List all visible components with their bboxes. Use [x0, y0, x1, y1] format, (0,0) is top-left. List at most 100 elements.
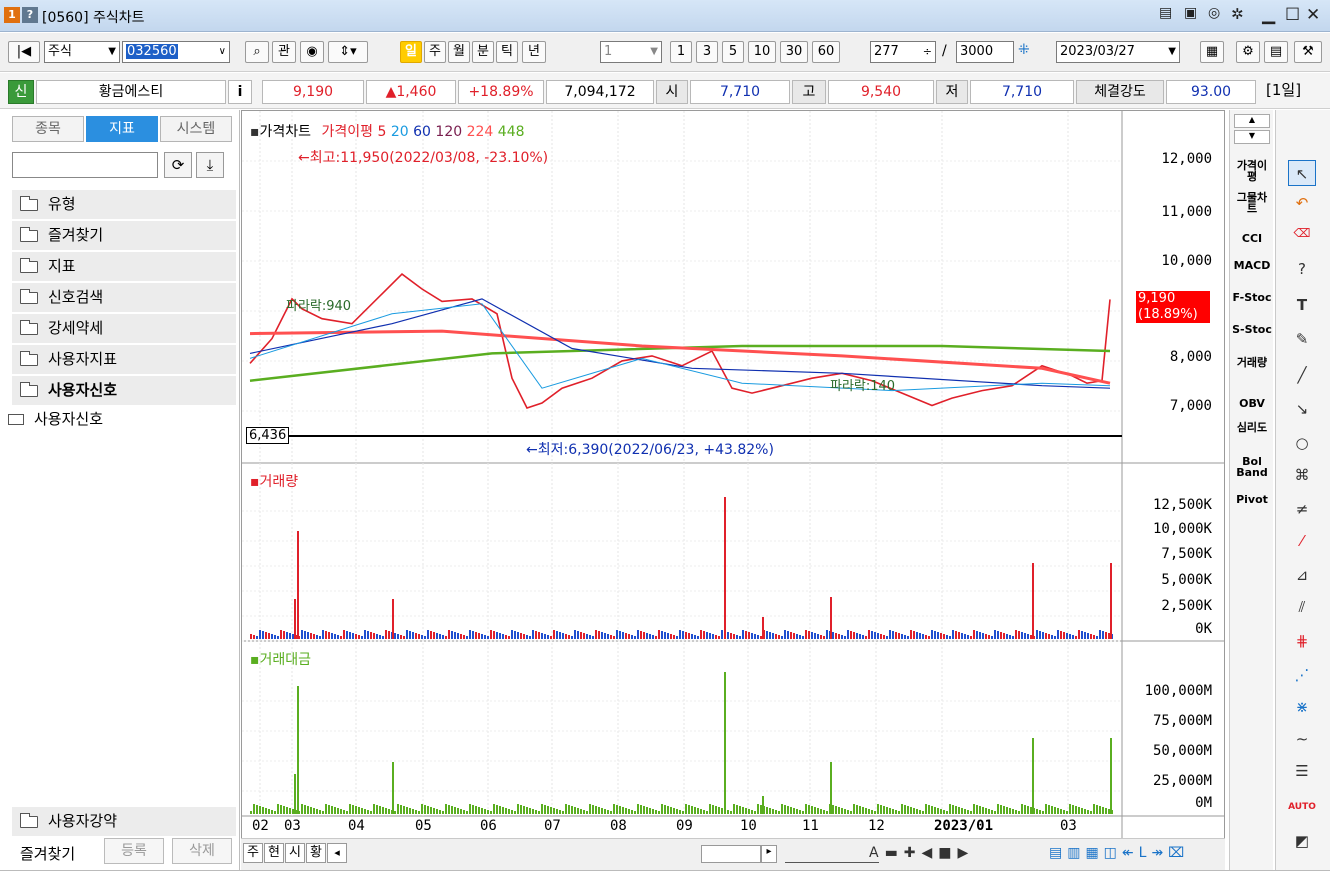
- chart-area[interactable]: ▪가격차트 가격이평 5 20 60 120 224 448 ←최고:11,95…: [241, 110, 1225, 870]
- indicator-fstoc[interactable]: F-Stoc: [1232, 292, 1272, 303]
- gann-tool-icon[interactable]: ⁄: [1288, 528, 1316, 554]
- interval-60[interactable]: 60: [812, 41, 840, 63]
- btn-current[interactable]: 현: [264, 843, 284, 863]
- period-minute[interactable]: 분: [472, 41, 494, 63]
- folder-favorites[interactable]: 즐겨찾기: [12, 221, 236, 250]
- save-icon[interactable]: ▤: [1264, 41, 1288, 63]
- btn-week[interactable]: 주: [243, 843, 263, 863]
- scroll-down-icon[interactable]: ▼: [1234, 130, 1270, 144]
- indicator-macd[interactable]: MACD: [1232, 260, 1272, 271]
- period-month[interactable]: 월: [448, 41, 470, 63]
- date-input[interactable]: 2023/03/27 ▼: [1056, 41, 1180, 63]
- fan-tool-icon[interactable]: ⊿: [1288, 562, 1316, 588]
- folder-indicator[interactable]: 지표: [12, 252, 236, 281]
- line-tool-icon[interactable]: ╱: [1288, 362, 1316, 388]
- parallel-tool-icon[interactable]: ⫽: [1288, 594, 1316, 620]
- interval-5[interactable]: 5: [722, 41, 744, 63]
- settings-icon[interactable]: ✲: [1231, 5, 1244, 23]
- interval-select[interactable]: 1 ▼: [600, 41, 662, 63]
- memo-icon[interactable]: ▤: [1159, 5, 1172, 21]
- link-icon[interactable]: ◉: [300, 41, 324, 63]
- help-icon[interactable]: ?: [1288, 256, 1316, 282]
- fibonacci-icon[interactable]: ☰: [1288, 758, 1316, 784]
- channel-tool-icon[interactable]: ⋰: [1288, 662, 1316, 688]
- indicator-bollinger[interactable]: Bol Band: [1232, 456, 1272, 478]
- indicator-search-input[interactable]: [12, 152, 158, 178]
- scroll-right-icon[interactable]: ▸: [761, 845, 777, 863]
- indicator-obv[interactable]: OBV: [1232, 398, 1272, 409]
- undo-icon[interactable]: ↶: [1288, 190, 1316, 216]
- indicator-cci[interactable]: CCI: [1232, 233, 1272, 244]
- list-item-user-signal[interactable]: 사용자신호: [4, 406, 234, 432]
- folder-user-signal[interactable]: 사용자신호: [12, 376, 236, 405]
- folder-strength[interactable]: 강세약세: [12, 314, 236, 343]
- folder-signal-search[interactable]: 신호검색: [12, 283, 236, 312]
- delete-button[interactable]: 삭제: [172, 838, 232, 864]
- ray-tool-icon[interactable]: ↘: [1288, 396, 1316, 422]
- scroll-up-icon[interactable]: ▲: [1234, 114, 1270, 128]
- period-year[interactable]: 년: [522, 41, 546, 63]
- maximize-icon[interactable]: ☐: [1285, 5, 1300, 25]
- up-down-stepper[interactable]: ⇕▾: [328, 41, 368, 63]
- pencil-icon[interactable]: ✎: [1288, 326, 1316, 352]
- tab-stock[interactable]: 종목: [12, 116, 84, 142]
- circle-tool-icon[interactable]: ○: [1288, 430, 1316, 456]
- folder-user-strength[interactable]: 사용자강약: [12, 807, 236, 836]
- interval-10[interactable]: 10: [748, 41, 776, 63]
- btn-market[interactable]: 시: [285, 843, 305, 863]
- refresh-icon[interactable]: ⟳: [164, 152, 192, 178]
- interval-30[interactable]: 30: [780, 41, 808, 63]
- scrollbar[interactable]: [701, 845, 761, 863]
- interval-1[interactable]: 1: [670, 41, 692, 63]
- cross-lines-icon[interactable]: ⋇: [1288, 694, 1316, 720]
- camera-icon[interactable]: ◎: [1208, 5, 1220, 21]
- print-icon[interactable]: ▣: [1184, 5, 1197, 21]
- erase-all-icon[interactable]: ⌫: [1288, 220, 1316, 246]
- window-icon[interactable]: ▦: [1200, 41, 1224, 63]
- period-toggle-button[interactable]: [1일]: [1266, 79, 1301, 100]
- cursor-icon[interactable]: ↖: [1288, 160, 1316, 186]
- indicator-ma[interactable]: 가격이평: [1232, 160, 1272, 182]
- indicator-psychology[interactable]: 심리도: [1232, 422, 1272, 433]
- zoom-slider[interactable]: [785, 845, 879, 863]
- total-input[interactable]: 3000: [956, 41, 1014, 63]
- help-badge[interactable]: ?: [22, 7, 38, 23]
- download-icon[interactable]: ⤓: [196, 152, 224, 178]
- pattern-tool-icon[interactable]: ⌘: [1288, 462, 1316, 488]
- grid-icon[interactable]: ⁜: [1018, 42, 1030, 58]
- tab-indicator[interactable]: 지표: [86, 116, 158, 142]
- zigzag-tool-icon[interactable]: ≠: [1288, 496, 1316, 522]
- wave-tool-icon[interactable]: ∼: [1288, 726, 1316, 752]
- text-tool-icon[interactable]: T: [1288, 292, 1316, 318]
- code-input[interactable]: 032560 ∨: [122, 41, 230, 63]
- search-button[interactable]: ⌕: [245, 41, 269, 63]
- indicator-volume[interactable]: 거래량: [1232, 357, 1272, 368]
- market-select[interactable]: 주식 ▼: [44, 41, 120, 63]
- auto-tool-icon[interactable]: AUTO: [1288, 794, 1316, 820]
- indicator-sstoc[interactable]: S-Stoc: [1232, 324, 1272, 335]
- folder-user-indicator[interactable]: 사용자지표: [12, 345, 236, 374]
- count-input[interactable]: 277 ÷: [870, 41, 936, 63]
- info-button[interactable]: i: [228, 80, 252, 104]
- period-week[interactable]: 주: [424, 41, 446, 63]
- chart-navigation-icons[interactable]: A▬✚◀■▶: [869, 845, 974, 861]
- close-icon[interactable]: ✕: [1306, 5, 1320, 25]
- indicator-net-chart[interactable]: 그물차트: [1232, 192, 1272, 214]
- btn-hwang[interactable]: 황: [306, 843, 326, 863]
- folder-type[interactable]: 유형: [12, 190, 236, 219]
- prev-stock-icon[interactable]: |◀: [8, 41, 40, 63]
- chart-action-icons[interactable]: ▤▥▦◫↞L↠⌧: [1049, 845, 1189, 861]
- tab-system[interactable]: 시스템: [160, 116, 232, 142]
- tools-icon[interactable]: ⚒: [1294, 41, 1322, 63]
- config-icon[interactable]: ⚙: [1236, 41, 1260, 63]
- chart-canvas[interactable]: [242, 111, 1224, 839]
- indicator-pivot[interactable]: Pivot: [1232, 494, 1272, 505]
- register-button[interactable]: 등록: [104, 838, 164, 864]
- period-tick[interactable]: 틱: [496, 41, 518, 63]
- scroll-left-icon[interactable]: ◂: [327, 843, 347, 863]
- window-number-badge[interactable]: 1: [4, 7, 20, 23]
- interval-3[interactable]: 3: [696, 41, 718, 63]
- minimize-icon[interactable]: ▁: [1262, 5, 1275, 25]
- grid-tool-icon[interactable]: ⋕: [1288, 628, 1316, 654]
- period-day[interactable]: 일: [400, 41, 422, 63]
